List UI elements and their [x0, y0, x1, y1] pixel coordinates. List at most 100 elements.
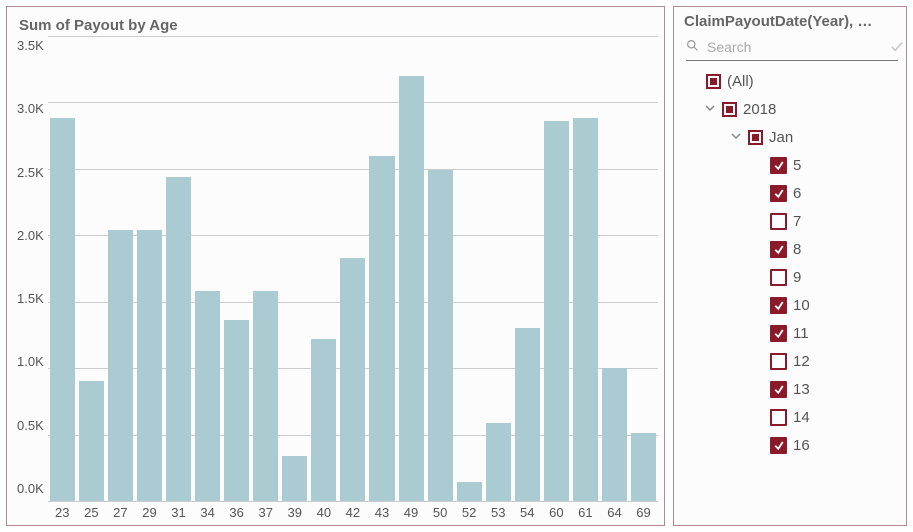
checkbox[interactable]	[770, 353, 787, 370]
x-tick-label: 31	[166, 505, 191, 520]
bar[interactable]	[253, 291, 278, 501]
x-tick-label: 23	[50, 505, 75, 520]
bar[interactable]	[457, 482, 482, 501]
tree-year-row[interactable]: 2018	[684, 95, 900, 123]
tree-day-row[interactable]: 7	[684, 207, 900, 235]
tree-day-label: 6	[793, 185, 801, 202]
tree-day-row[interactable]: 14	[684, 403, 900, 431]
bar[interactable]	[166, 177, 191, 501]
tree-day-label: 16	[793, 437, 810, 454]
bar[interactable]	[369, 156, 394, 501]
x-tick-label: 52	[457, 505, 482, 520]
bar[interactable]	[486, 423, 511, 501]
bar[interactable]	[50, 118, 75, 501]
tri-state-all[interactable]	[706, 74, 721, 89]
filter-title: ClaimPayoutDate(Year), …	[684, 13, 900, 30]
checkbox[interactable]	[770, 381, 787, 398]
y-tick-label: 0.5K	[17, 418, 44, 433]
x-tick-label: 60	[544, 505, 569, 520]
chart-title: Sum of Payout by Age	[19, 17, 658, 34]
x-tick-label: 39	[282, 505, 307, 520]
plot-wrap: 2325272931343637394042434950525354606164…	[48, 36, 658, 520]
bar[interactable]	[340, 258, 365, 501]
x-tick-label: 61	[573, 505, 598, 520]
bar[interactable]	[631, 433, 656, 501]
tree-day-row[interactable]: 11	[684, 319, 900, 347]
x-tick-label: 54	[515, 505, 540, 520]
x-tick-label: 25	[79, 505, 104, 520]
y-tick-label: 3.5K	[17, 38, 44, 53]
bar[interactable]	[515, 328, 540, 501]
apply-search-icon[interactable]	[890, 39, 904, 56]
checkbox[interactable]	[770, 409, 787, 426]
y-axis: 3.5K3.0K2.5K2.0K1.5K1.0K0.5K0.0K	[17, 38, 48, 496]
filter-tree: (All) 2018 Jan 5 6 7 8 9 10 11 12 13 14 16	[684, 67, 900, 459]
checkbox[interactable]	[770, 157, 787, 174]
tree-all-row[interactable]: (All)	[684, 67, 900, 95]
tree-day-row[interactable]: 6	[684, 179, 900, 207]
bar[interactable]	[573, 118, 598, 501]
page-root: Sum of Payout by Age 3.5K3.0K2.5K2.0K1.5…	[0, 0, 913, 532]
bar[interactable]	[108, 230, 133, 501]
x-tick-label: 64	[602, 505, 627, 520]
chevron-down-icon[interactable]	[730, 131, 742, 144]
tree-day-row[interactable]: 10	[684, 291, 900, 319]
checkbox[interactable]	[770, 269, 787, 286]
y-tick-label: 1.0K	[17, 354, 44, 369]
tree-day-row[interactable]: 5	[684, 151, 900, 179]
x-tick-label: 27	[108, 505, 133, 520]
x-tick-label: 37	[253, 505, 278, 520]
chart-area: 3.5K3.0K2.5K2.0K1.5K1.0K0.5K0.0K 2325272…	[17, 34, 658, 520]
bar[interactable]	[544, 121, 569, 501]
x-tick-label: 42	[340, 505, 365, 520]
checkbox[interactable]	[770, 325, 787, 342]
bar[interactable]	[602, 368, 627, 501]
checkbox[interactable]	[770, 213, 787, 230]
bar[interactable]	[399, 76, 424, 501]
checkbox[interactable]	[770, 185, 787, 202]
checkbox[interactable]	[770, 297, 787, 314]
bar[interactable]	[79, 381, 104, 501]
plot	[48, 36, 658, 501]
bar[interactable]	[224, 320, 249, 501]
grid-line	[48, 501, 658, 502]
tree-day-row[interactable]: 8	[684, 235, 900, 263]
bar[interactable]	[311, 339, 336, 501]
tree-day-row[interactable]: 16	[684, 431, 900, 459]
bar[interactable]	[428, 170, 453, 501]
search-row	[686, 36, 898, 61]
x-tick-label: 29	[137, 505, 162, 520]
bar[interactable]	[195, 291, 220, 501]
tri-state-month[interactable]	[748, 130, 763, 145]
bar[interactable]	[282, 456, 307, 501]
tree-day-label: 11	[793, 325, 809, 342]
x-tick-label: 40	[311, 505, 336, 520]
tri-state-year[interactable]	[722, 102, 737, 117]
tree-day-label: 9	[793, 269, 801, 286]
tree-day-label: 8	[793, 241, 801, 258]
bar[interactable]	[137, 230, 162, 501]
x-tick-label: 34	[195, 505, 220, 520]
tree-day-row[interactable]: 13	[684, 375, 900, 403]
search-input[interactable]	[705, 38, 890, 56]
x-tick-label: 53	[486, 505, 511, 520]
bars-container	[48, 36, 658, 501]
tree-day-row[interactable]: 9	[684, 263, 900, 291]
tree-month-row[interactable]: Jan	[684, 123, 900, 151]
y-tick-label: 3.0K	[17, 101, 44, 116]
y-tick-label: 2.0K	[17, 228, 44, 243]
checkbox[interactable]	[770, 241, 787, 258]
tree-day-label: 14	[793, 409, 810, 426]
y-tick-label: 1.5K	[17, 291, 44, 306]
filter-panel: ClaimPayoutDate(Year), … (All) 2018	[673, 6, 907, 526]
chart-panel: Sum of Payout by Age 3.5K3.0K2.5K2.0K1.5…	[6, 6, 665, 526]
tree-day-row[interactable]: 12	[684, 347, 900, 375]
checkbox[interactable]	[770, 437, 787, 454]
tree-day-label: 13	[793, 381, 810, 398]
x-tick-label: 43	[369, 505, 394, 520]
y-tick-label: 0.0K	[17, 481, 44, 496]
tree-year-label: 2018	[743, 101, 776, 118]
x-tick-label: 49	[399, 505, 424, 520]
chevron-down-icon[interactable]	[704, 103, 716, 116]
tree-month-label: Jan	[769, 129, 793, 146]
